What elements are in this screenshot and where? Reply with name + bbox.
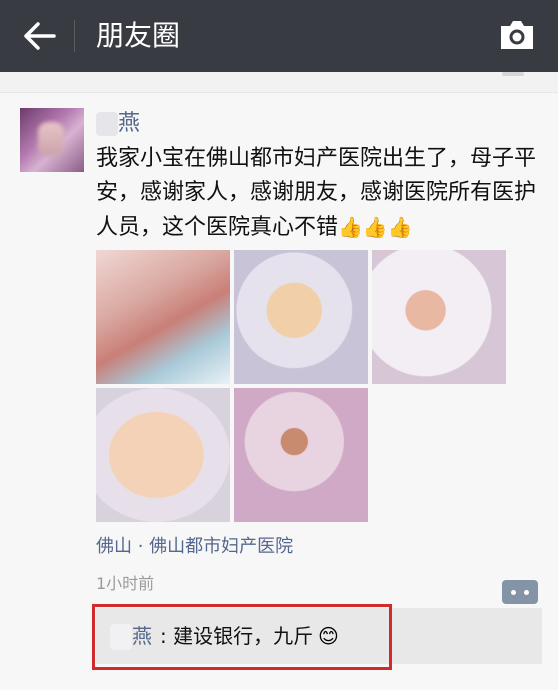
name-mask [96, 112, 118, 136]
post-text: 我家小宝在佛山都市妇产医院出生了，母子平安，感谢家人，感谢朋友，感谢医院所有医护… [96, 146, 537, 240]
comment-action-button[interactable] [502, 580, 538, 604]
avatar-face [38, 122, 64, 156]
top-bar: 朋友圈 [0, 0, 558, 72]
thumbs-up-icon: 👍👍👍 [338, 215, 413, 239]
dot-icon [524, 590, 529, 595]
highlight-box [92, 604, 392, 670]
post-content: 我家小宝在佛山都市妇产医院出生了，母子平安，感谢家人，感谢朋友，感谢医院所有医护… [96, 142, 546, 245]
header-divider [74, 20, 75, 52]
back-arrow-icon[interactable] [20, 18, 60, 54]
baby-hand-photo[interactable] [96, 250, 230, 384]
author-name[interactable]: 燕 [118, 110, 140, 138]
baby-sleeping-photo[interactable] [372, 250, 506, 384]
location-link[interactable]: 佛山 · 佛山都市妇产医院 [96, 534, 293, 560]
post-time: 1小时前 [96, 574, 155, 593]
dot-icon [511, 590, 516, 595]
top-gap [0, 72, 558, 92]
baby-wrapped-photo[interactable] [234, 388, 368, 522]
baby-awake-photo[interactable] [234, 250, 368, 384]
camera-icon[interactable] [498, 18, 536, 52]
baby-closeup-photo[interactable] [96, 388, 230, 522]
photo-grid [96, 250, 508, 522]
page-title: 朋友圈 [96, 19, 181, 52]
avatar[interactable] [20, 108, 84, 172]
scroll-hint [502, 72, 524, 76]
